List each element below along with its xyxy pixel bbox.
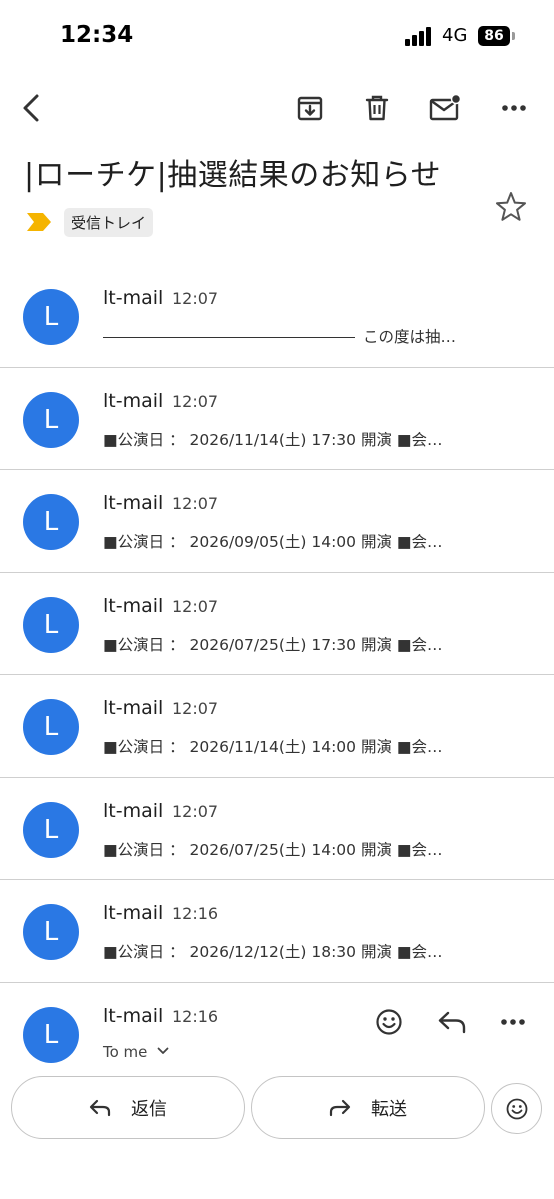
message-collapsed[interactable]: L lt-mail 12:07 この度は抽… bbox=[0, 265, 554, 368]
mark-unread-icon[interactable] bbox=[425, 88, 465, 128]
sender-name: lt-mail bbox=[103, 1004, 164, 1027]
message-snippet: この度は抽… bbox=[103, 325, 463, 347]
reply-icon[interactable] bbox=[433, 1003, 471, 1041]
message-thread: L lt-mail 12:07 この度は抽… L lt-mail 12:07 ■… bbox=[0, 265, 554, 1073]
sender-name: lt-mail bbox=[103, 389, 164, 412]
battery-icon: 86 bbox=[478, 26, 510, 46]
avatar: L bbox=[23, 596, 79, 653]
message-time: 12:07 bbox=[172, 801, 219, 821]
battery-tip bbox=[512, 32, 515, 40]
inbox-label[interactable]: 受信トレイ bbox=[64, 207, 154, 237]
label-row: 受信トレイ bbox=[26, 207, 154, 237]
emoji-reaction-icon[interactable] bbox=[370, 1003, 408, 1041]
message-snippet: ■公演日 ： 2026/11/14(土) 14:00 開演 ■会… bbox=[103, 738, 443, 756]
forward-button[interactable]: 転送 bbox=[251, 1076, 485, 1139]
forward-icon bbox=[329, 1099, 351, 1116]
message-collapsed[interactable]: L lt-mail 12:07 ■公演日 ： 2026/07/25(土) 14:… bbox=[0, 778, 554, 880]
reply-label: 返信 bbox=[131, 1098, 167, 1120]
avatar: L bbox=[23, 699, 79, 755]
star-icon[interactable] bbox=[494, 190, 528, 224]
message-time: 12:16 bbox=[172, 904, 219, 923]
message-expanded-header: L lt-mail 12:16 To me bbox=[0, 983, 554, 1073]
reply-button[interactable]: 返信 bbox=[11, 1076, 245, 1139]
message-time: 12:07 bbox=[172, 494, 219, 513]
avatar: L bbox=[23, 904, 79, 960]
sender-name: lt-mail bbox=[103, 697, 164, 719]
message-collapsed[interactable]: L lt-mail 12:07 ■公演日 ： 2026/11/14(土) 17:… bbox=[0, 368, 554, 470]
sender-name: lt-mail bbox=[103, 902, 164, 924]
sender-name: lt-mail bbox=[103, 287, 164, 309]
email-toolbar bbox=[0, 80, 554, 136]
network-type: 4G bbox=[442, 25, 468, 46]
message-time: 12:16 bbox=[172, 1006, 219, 1026]
message-time: 12:07 bbox=[172, 699, 219, 718]
message-time: 12:07 bbox=[172, 596, 219, 616]
message-snippet: ■公演日 ： 2026/12/12(土) 18:30 開演 ■会… bbox=[103, 943, 443, 961]
emoji-icon bbox=[506, 1098, 527, 1119]
message-collapsed[interactable]: L lt-mail 12:07 ■公演日 ： 2026/11/14(土) 14:… bbox=[0, 675, 554, 778]
message-collapsed[interactable]: L lt-mail 12:07 ■公演日 ： 2026/09/05(土) 14:… bbox=[0, 470, 554, 573]
back-icon[interactable] bbox=[12, 88, 52, 128]
message-collapsed[interactable]: L lt-mail 12:16 ■公演日 ： 2026/12/12(土) 18:… bbox=[0, 880, 554, 983]
avatar: L bbox=[23, 801, 79, 858]
more-icon[interactable] bbox=[494, 1003, 532, 1041]
message-snippet: ■公演日 ： 2026/11/14(土) 17:30 開演 ■会… bbox=[103, 430, 443, 449]
importance-marker-icon[interactable] bbox=[26, 212, 52, 232]
snippet-divider-line bbox=[103, 337, 355, 338]
message-collapsed[interactable]: L lt-mail 12:07 ■公演日 ： 2026/07/25(土) 17:… bbox=[0, 573, 554, 675]
message-snippet: ■公演日 ： 2026/07/25(土) 17:30 開演 ■会… bbox=[103, 635, 443, 654]
message-snippet: ■公演日 ： 2026/09/05(土) 14:00 開演 ■会… bbox=[103, 533, 443, 551]
avatar: L bbox=[23, 494, 79, 550]
status-bar: 12:34 4G 86 bbox=[0, 0, 554, 72]
message-time: 12:07 bbox=[172, 289, 219, 308]
recipient-details-toggle[interactable]: To me bbox=[103, 1043, 169, 1061]
avatar: L bbox=[23, 1006, 79, 1063]
email-subject: |ローチケ|抽選結果のお知らせ bbox=[24, 158, 442, 193]
message-time: 12:07 bbox=[172, 391, 219, 411]
emoji-reaction-button[interactable] bbox=[491, 1083, 542, 1134]
sender-name: lt-mail bbox=[103, 594, 164, 617]
reply-icon bbox=[89, 1099, 111, 1116]
delete-icon[interactable] bbox=[357, 88, 397, 128]
bottom-action-bar: 返信 転送 bbox=[0, 1076, 554, 1140]
status-time: 12:34 bbox=[60, 22, 134, 48]
sender-name: lt-mail bbox=[103, 492, 164, 514]
forward-label: 転送 bbox=[371, 1098, 407, 1120]
sender-name: lt-mail bbox=[103, 799, 164, 822]
avatar: L bbox=[23, 289, 79, 345]
avatar: L bbox=[23, 391, 79, 448]
chevron-down-icon bbox=[157, 1045, 169, 1058]
signal-icon bbox=[405, 26, 435, 46]
more-icon[interactable] bbox=[494, 88, 534, 128]
recipient-label: To me bbox=[103, 1042, 148, 1061]
archive-icon[interactable] bbox=[290, 88, 330, 128]
message-snippet: ■公演日 ： 2026/07/25(土) 14:00 開演 ■会… bbox=[103, 840, 443, 859]
